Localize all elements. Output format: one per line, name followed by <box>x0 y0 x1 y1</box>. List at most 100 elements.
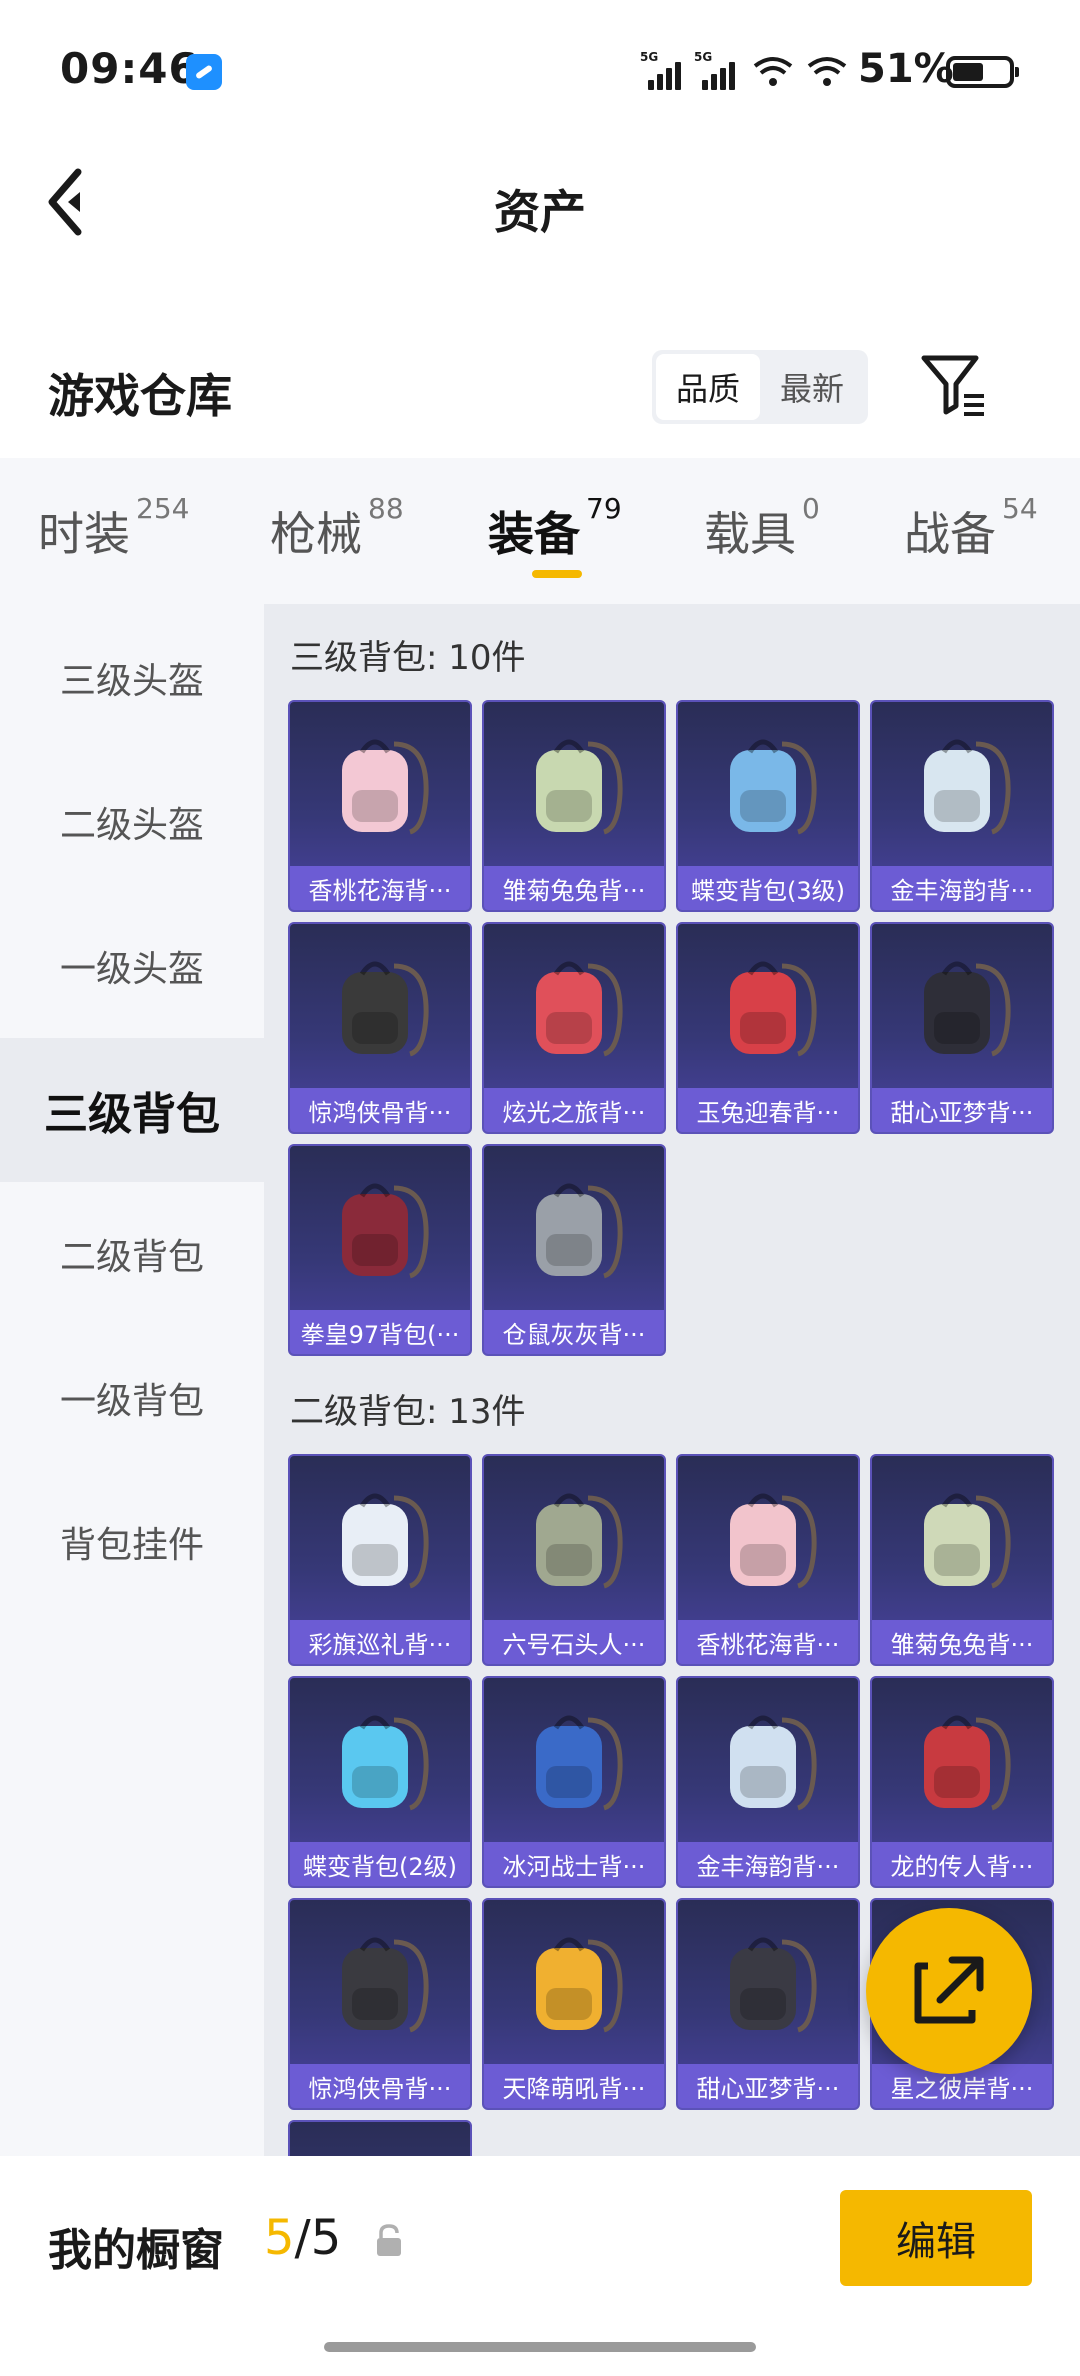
section-title: 游戏仓库 <box>48 369 232 423</box>
signal-icon-2: 5G <box>694 50 744 90</box>
title-bar: 资产 <box>0 140 1080 270</box>
status-time: 09:46 <box>60 44 199 93</box>
backpack-icon <box>536 961 623 1057</box>
item-card[interactable]: 雏菊兔兔背··· <box>482 700 666 912</box>
item-card-label: 金丰海韵背··· <box>678 1842 858 1886</box>
page-title: 资产 <box>494 185 586 239</box>
showcase-label: 我的橱窗 <box>48 2225 224 2276</box>
backpack-icon <box>924 1493 1011 1589</box>
tab-fashion[interactable]: 时装 254 <box>38 492 189 564</box>
item-card[interactable]: 玉兔迎春背··· <box>676 922 860 1134</box>
wifi-icon <box>753 57 793 86</box>
item-card[interactable]: 甜心亚梦背··· <box>676 1898 860 2110</box>
item-card[interactable]: 龙的传人背··· <box>870 1676 1054 1888</box>
item-card[interactable]: 六号石头人··· <box>482 1454 666 1666</box>
share-icon <box>914 1956 984 2024</box>
group-title: 三级背包: 10件 <box>290 638 526 678</box>
item-card[interactable]: 炫光之旅背··· <box>482 922 666 1134</box>
backpack-icon <box>730 961 817 1057</box>
item-card-label: 雏菊兔兔背··· <box>484 866 664 910</box>
signal-label: 5G <box>640 50 659 64</box>
backpack-icon <box>536 1715 623 1811</box>
item-card-label: 金丰海韵背··· <box>872 866 1052 910</box>
item-card[interactable]: 香桃花海背··· <box>676 1454 860 1666</box>
showcase-count: 5/5 <box>264 2210 342 2266</box>
edit-button[interactable]: 编辑 <box>840 2190 1032 2286</box>
item-card-label: 甜心亚梦背··· <box>678 2064 858 2108</box>
wifi-icon-2 <box>807 57 847 86</box>
backpack-icon <box>342 1937 429 2033</box>
tab-firearms[interactable]: 枪械 88 <box>270 492 404 564</box>
sort-toggle: 品质 最新 <box>652 350 868 424</box>
item-card[interactable]: 金丰海韵背··· <box>676 1676 860 1888</box>
backpack-icon <box>730 739 817 835</box>
item-card[interactable]: 惊鸿侠骨背··· <box>288 1898 472 2110</box>
item-card[interactable]: 金丰海韵背··· <box>870 700 1054 912</box>
backpack-icon <box>342 1715 429 1811</box>
backpack-icon <box>342 739 429 835</box>
item-card-label: 惊鸿侠骨背··· <box>290 1088 470 1132</box>
item-card-label: 彩旗巡礼背··· <box>290 1620 470 1664</box>
item-card-label: 雏菊兔兔背··· <box>872 1620 1052 1664</box>
sidebar-item-backpack-1[interactable]: 一级背包 <box>0 1326 264 1470</box>
item-card-label: 拳皇97背包(··· <box>290 1310 470 1354</box>
item-card[interactable]: 彩旗巡礼背··· <box>288 1454 472 1666</box>
item-card[interactable]: 冰河战士背··· <box>482 1676 666 1888</box>
item-card[interactable]: 天降萌吼背··· <box>482 1898 666 2110</box>
home-indicator <box>324 2342 756 2352</box>
item-card-label: 蝶变背包(2级) <box>290 1842 470 1886</box>
item-card-label: 蝶变背包(3级) <box>678 866 858 910</box>
status-bar: 09:46 5G 5G 51% <box>0 0 1080 140</box>
item-card[interactable]: 甜心亚梦背··· <box>870 922 1054 1134</box>
backpack-icon <box>730 1715 817 1811</box>
item-card-partial[interactable] <box>288 2120 472 2156</box>
category-tabs: 时装 254 枪械 88 装备 79 载具 0 战备 54 <box>0 458 1080 604</box>
battery-percent: 51% <box>858 46 954 92</box>
sidebar-item-helmet-3[interactable]: 三级头盔 <box>0 606 264 750</box>
item-card[interactable]: 蝶变背包(3级) <box>676 700 860 912</box>
item-card-label: 香桃花海背··· <box>678 1620 858 1664</box>
sidebar-item-backpack-2[interactable]: 二级背包 <box>0 1182 264 1326</box>
item-card-label: 六号石头人··· <box>484 1620 664 1664</box>
tab-equipment[interactable]: 装备 79 <box>488 492 622 564</box>
item-card[interactable]: 惊鸿侠骨背··· <box>288 922 472 1134</box>
battery-icon <box>946 56 1019 88</box>
app-notification-icon <box>186 54 222 90</box>
item-card[interactable]: 香桃花海背··· <box>288 700 472 912</box>
sidebar-item-backpack-3[interactable]: 三级背包 <box>0 1038 264 1182</box>
showcase-bar: 我的橱窗 5/5 编辑 <box>0 2156 1080 2376</box>
lock-icon <box>377 2224 401 2256</box>
sidebar: 三级头盔 二级头盔 一级头盔 三级背包 二级背包 一级背包 背包挂件 <box>0 604 264 2156</box>
backpack-icon <box>342 1183 429 1279</box>
item-card-label: 仓鼠灰灰背··· <box>484 1310 664 1354</box>
item-card-label: 冰河战士背··· <box>484 1842 664 1886</box>
sidebar-item-backpack-charm[interactable]: 背包挂件 <box>0 1470 264 1614</box>
backpack-icon <box>730 1493 817 1589</box>
backpack-icon <box>924 961 1011 1057</box>
backpack-icon <box>536 739 623 835</box>
item-card[interactable]: 雏菊兔兔背··· <box>870 1454 1054 1666</box>
signal-icon: 5G <box>640 50 690 90</box>
backpack-icon <box>924 1715 1011 1811</box>
tab-vehicles[interactable]: 载具 0 <box>704 492 820 564</box>
sidebar-item-helmet-2[interactable]: 二级头盔 <box>0 750 264 894</box>
signal-label-2: 5G <box>694 50 713 64</box>
tab-supplies[interactable]: 战备 54 <box>904 492 1038 564</box>
backpack-icon <box>536 1183 623 1279</box>
backpack-icon <box>342 961 429 1057</box>
filter-icon[interactable] <box>918 350 988 422</box>
sort-latest-option[interactable]: 最新 <box>760 354 864 420</box>
group-title: 二级背包: 13件 <box>290 1392 526 1432</box>
sort-quality-option[interactable]: 品质 <box>656 354 760 420</box>
share-button[interactable] <box>866 1908 1032 2074</box>
item-card[interactable]: 拳皇97背包(··· <box>288 1144 472 1356</box>
sidebar-item-helmet-1[interactable]: 一级头盔 <box>0 894 264 1038</box>
backpack-icon <box>924 739 1011 835</box>
item-card-label: 甜心亚梦背··· <box>872 1088 1052 1132</box>
item-card[interactable]: 仓鼠灰灰背··· <box>482 1144 666 1356</box>
backpack-icon <box>536 1937 623 2033</box>
item-card-label: 玉兔迎春背··· <box>678 1088 858 1132</box>
item-card-label: 龙的传人背··· <box>872 1842 1052 1886</box>
backpack-icon <box>730 1937 817 2033</box>
item-card[interactable]: 蝶变背包(2级) <box>288 1676 472 1888</box>
